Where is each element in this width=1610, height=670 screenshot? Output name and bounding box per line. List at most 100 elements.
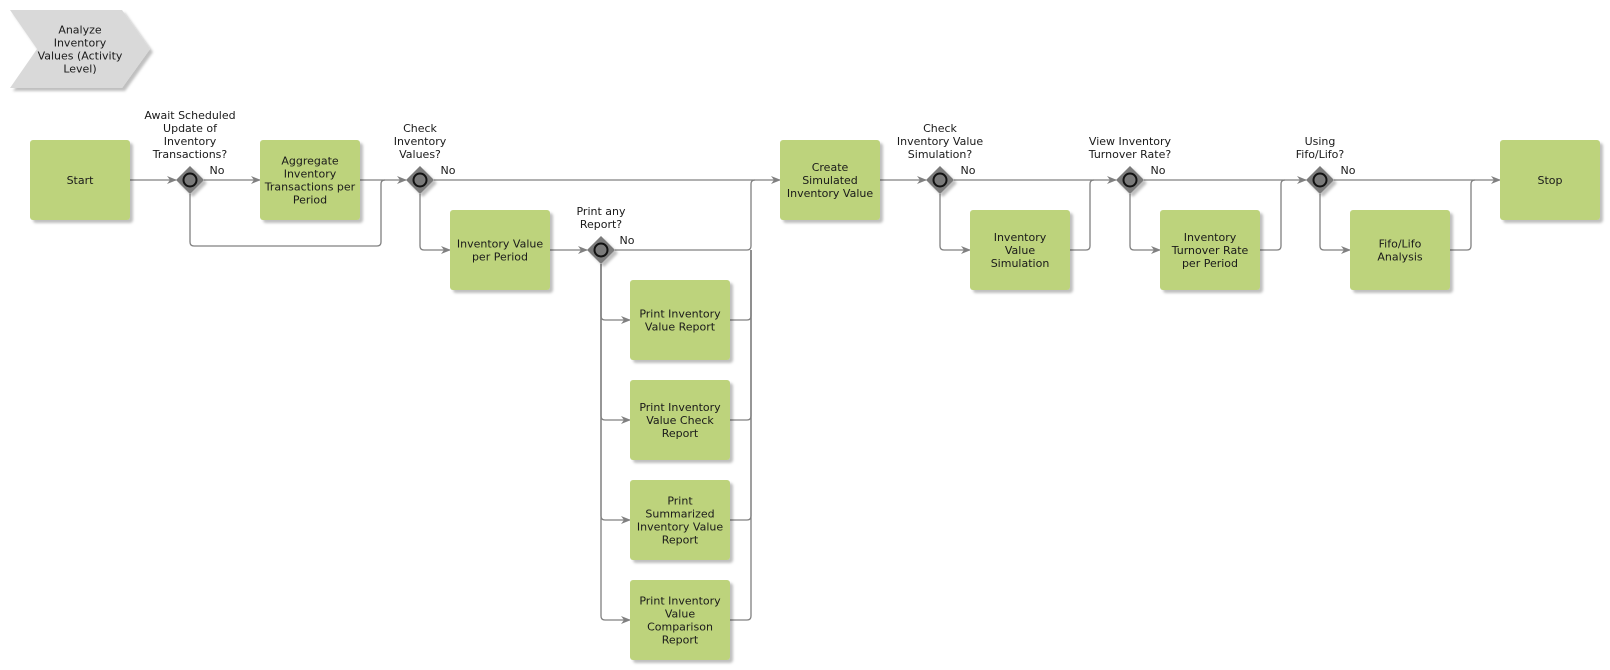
task-create-sim[interactable]: CreateSimulatedInventory Value [780,140,880,220]
gateway-gw4[interactable]: CheckInventory ValueSimulation? [897,122,983,194]
gateway-question-line: Fifo/Lifo? [1296,148,1345,161]
gateway-question-line: Check [403,122,437,135]
edge-label-no: No [1341,164,1356,177]
task-label-line: Analysis [1377,251,1423,264]
task-label-line: Value Check [646,414,714,427]
gateway-question-line: Inventory [394,135,447,148]
edge-label-no: No [1151,164,1166,177]
gateway-question: View InventoryTurnover Rate? [1088,135,1172,161]
task-label-line: per Period [1182,257,1238,270]
task-rep4[interactable]: Print InventoryValueComparisonReport [630,580,730,660]
flow-report-2-merge[interactable] [730,250,752,421]
task-fifo[interactable]: Fifo/LifoAnalysis [1350,210,1450,290]
gateway-question-line: Report? [580,218,622,231]
task-label: Stop [1537,174,1562,187]
gateway-question: CheckInventoryValues? [394,122,447,161]
flow-report-1-merge[interactable] [730,250,752,321]
task-aggregate[interactable]: AggregateInventoryTransactions perPeriod [260,140,360,220]
task-label-line: Value [665,608,695,621]
flow-gw2-to-value-period[interactable] [419,194,451,254]
task-label-line: Create [812,161,849,174]
gateway-question: UsingFifo/Lifo? [1296,135,1345,161]
flow-fifo-merge[interactable] [1450,179,1476,251]
process-title-line: Analyze [58,24,102,37]
gateway-question-line: Inventory Value [897,135,983,148]
gateway-question-line: Transactions? [152,148,228,161]
gateway-gw1[interactable]: Await ScheduledUpdate ofInventoryTransac… [144,109,236,194]
task-label-line: Comparison [647,621,713,634]
gateway-question-line: Simulation? [908,148,973,161]
gateway-gw6[interactable]: UsingFifo/Lifo? [1296,135,1345,194]
flow-turnover-merge[interactable] [1260,179,1286,251]
flow-gw3-to-report-2[interactable] [600,264,631,424]
task-sim[interactable]: InventoryValueSimulation [970,210,1070,290]
gateway-question-line: Update of [163,122,218,135]
edge-label-no: No [441,164,456,177]
gateway-question: Await ScheduledUpdate ofInventoryTransac… [144,109,235,161]
gateway-gw2[interactable]: CheckInventoryValues? [394,122,447,194]
task-label-line: Value Report [645,321,716,334]
edge-label-no: No [961,164,976,177]
task-label-line: Inventory [1184,231,1237,244]
task-label-line: Print [667,495,693,508]
task-rep2[interactable]: Print InventoryValue CheckReport [630,380,730,460]
task-stop[interactable]: Stop [1500,140,1600,220]
flow-gw6-to-fifo[interactable] [1319,194,1351,254]
task-label-line: Summarized [645,508,714,521]
flow-gw4-to-sim[interactable] [939,194,971,254]
task-label-line: Simulated [802,174,858,187]
process-title-line: Values (Activity [38,50,123,63]
task-label: Start [67,174,95,187]
task-label-line: Period [293,194,327,207]
nodes: AnalyzeInventoryValues (ActivityLevel) St… [10,10,1600,660]
flow-gw5-to-turnover[interactable] [1129,194,1161,254]
task-label-line: Fifo/Lifo [1379,238,1422,251]
flow-gw3-to-report-1[interactable] [600,264,631,324]
task-rep3[interactable]: PrintSummarizedInventory ValueReport [630,480,730,560]
task-label-line: Report [662,534,699,547]
gateway-ring-icon [412,172,428,188]
gateway-ring-icon [932,172,948,188]
flow-report-3-merge[interactable] [730,250,752,521]
task-label-line: Inventory [284,168,337,181]
task-label-line: Print Inventory [639,308,721,321]
gateway-question-line: Using [1305,135,1336,148]
gateway-question: Print anyReport? [576,205,626,231]
flow-sim-merge[interactable] [1070,179,1095,251]
task-rep1[interactable]: Print InventoryValue Report [630,280,730,360]
gateway-question-line: Print any [576,205,626,218]
task-label-line: Stop [1537,174,1562,187]
task-label-line: Inventory [994,231,1047,244]
task-label-line: Simulation [991,257,1050,270]
task-label: Fifo/LifoAnalysis [1377,238,1423,264]
task-label-line: Report [662,427,699,440]
gateway-question-line: Turnover Rate? [1088,148,1172,161]
task-label-line: Print Inventory [639,401,721,414]
task-label-line: Aggregate [281,155,339,168]
task-label: Print InventoryValue Report [639,308,721,334]
flow-gw3-to-report-3[interactable] [600,264,631,524]
gateway-ring-icon [1122,172,1138,188]
process-diagram: No NoNoNo No No AnalyzeInventoryValues (Act… [10,10,1600,660]
task-label-line: Value [1005,244,1035,257]
edge-label-no: No [210,164,225,177]
task-label-line: per Period [472,251,528,264]
flow-gw3-no[interactable] [615,179,756,251]
task-turnover[interactable]: InventoryTurnover Rateper Period [1160,210,1260,290]
task-label-line: Report [662,634,699,647]
task-label-line: Transactions per [264,181,356,194]
process-title-chevron: AnalyzeInventoryValues (ActivityLevel) [10,10,150,88]
task-value-period[interactable]: Inventory Valueper Period [450,210,550,290]
gateway-question-line: Await Scheduled [144,109,235,122]
gateway-question-line: Check [923,122,957,135]
gateway-question-line: Values? [399,148,441,161]
gateway-ring-icon [1312,172,1328,188]
gateway-question-line: View Inventory [1089,135,1172,148]
flow-report-4-merge[interactable] [730,250,752,621]
task-label-line: Start [67,174,95,187]
flow-gw3-to-report-4[interactable] [600,264,631,624]
task-start[interactable]: Start [30,140,130,220]
process-title-line: Inventory [54,37,107,50]
gateway-question-line: Inventory [164,135,217,148]
task-label-line: Inventory Value [457,238,543,251]
